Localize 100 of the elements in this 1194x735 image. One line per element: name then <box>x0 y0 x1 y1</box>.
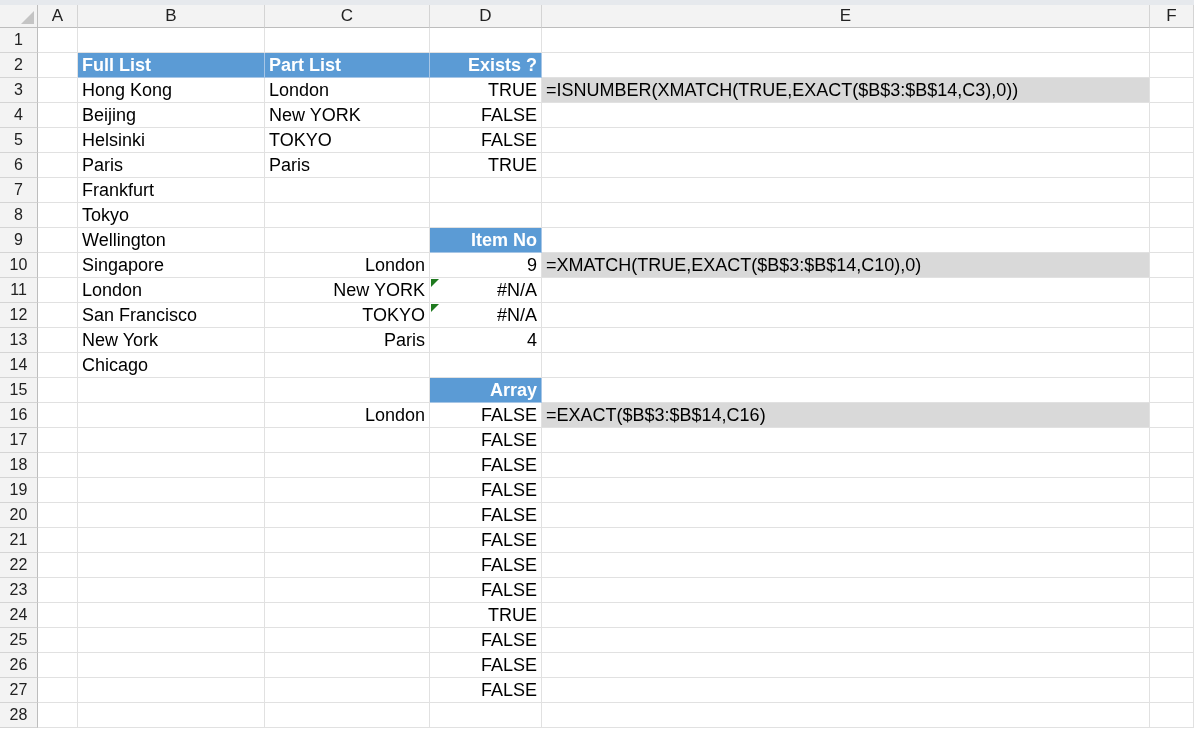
column-header[interactable]: E <box>542 5 1150 28</box>
column-header[interactable]: F <box>1150 5 1194 28</box>
table-cell: London <box>265 253 430 278</box>
table-cell: Helsinki <box>78 128 265 153</box>
table-cell: TOKYO <box>265 128 430 153</box>
table-cell: Paris <box>78 153 265 178</box>
row-header[interactable]: 27 <box>0 678 38 703</box>
formula-cell: =XMATCH(TRUE,EXACT($B$3:$B$14,C10),0) <box>542 253 1150 278</box>
row-header[interactable]: 19 <box>0 478 38 503</box>
table-cell: FALSE <box>430 103 542 128</box>
table-cell: TOKYO <box>265 303 430 328</box>
empty-cell <box>1150 53 1194 78</box>
row-header[interactable]: 24 <box>0 603 38 628</box>
empty-cell <box>1150 478 1194 503</box>
row-header[interactable]: 20 <box>0 503 38 528</box>
empty-cell <box>1150 28 1194 53</box>
row-header[interactable]: 5 <box>0 128 38 153</box>
row-header[interactable]: 4 <box>0 103 38 128</box>
formula-cell: =ISNUMBER(XMATCH(TRUE,EXACT($B$3:$B$14,C3),0)) <box>542 78 1150 103</box>
row-header[interactable]: 22 <box>0 553 38 578</box>
empty-cell <box>1150 578 1194 603</box>
table-cell: FALSE <box>430 128 542 153</box>
table-cell: FALSE <box>430 428 542 453</box>
column-header[interactable]: B <box>78 5 265 28</box>
column-header[interactable]: D <box>430 5 542 28</box>
empty-cell <box>1150 303 1194 328</box>
table-cell: FALSE <box>430 553 542 578</box>
row-header[interactable]: 16 <box>0 403 38 428</box>
table-cell: New YORK <box>265 278 430 303</box>
table-cell: Wellington <box>78 228 265 253</box>
empty-cell <box>1150 453 1194 478</box>
table-cell: FALSE <box>430 653 542 678</box>
row-header[interactable]: 9 <box>0 228 38 253</box>
empty-cell <box>1150 528 1194 553</box>
row-header[interactable]: 14 <box>0 353 38 378</box>
table-cell: London <box>265 403 430 428</box>
row-header[interactable]: 15 <box>0 378 38 403</box>
row-header[interactable]: 2 <box>0 53 38 78</box>
error-indicator-icon[interactable] <box>431 304 439 312</box>
empty-cell <box>1150 328 1194 353</box>
table-cell: FALSE <box>430 528 542 553</box>
header-cell: Array <box>430 378 542 403</box>
error-indicator-icon[interactable] <box>431 279 439 287</box>
row-header[interactable]: 1 <box>0 28 38 53</box>
row-header[interactable]: 26 <box>0 653 38 678</box>
header-cell: Item No <box>430 228 542 253</box>
row-header[interactable]: 23 <box>0 578 38 603</box>
table-cell: Paris <box>265 153 430 178</box>
empty-cell <box>1150 178 1194 203</box>
empty-cell <box>1150 228 1194 253</box>
empty-cell <box>1150 378 1194 403</box>
row-header[interactable]: 11 <box>0 278 38 303</box>
empty-cell <box>1150 603 1194 628</box>
row-header[interactable]: 21 <box>0 528 38 553</box>
table-cell: FALSE <box>430 453 542 478</box>
empty-cell <box>1150 103 1194 128</box>
table-cell: Beijing <box>78 103 265 128</box>
table-cell: Hong Kong <box>78 78 265 103</box>
table-cell: TRUE <box>430 603 542 628</box>
empty-cell <box>1150 128 1194 153</box>
empty-cell <box>1150 153 1194 178</box>
column-header[interactable]: A <box>38 5 78 28</box>
row-header[interactable]: 28 <box>0 703 38 728</box>
table-cell: 4 <box>430 328 542 353</box>
table-cell: London <box>265 78 430 103</box>
table-cell: Paris <box>265 328 430 353</box>
empty-cell <box>1150 428 1194 453</box>
empty-cell <box>1150 703 1194 728</box>
empty-cell <box>1150 203 1194 228</box>
row-header[interactable]: 10 <box>0 253 38 278</box>
table-cell: Chicago <box>78 353 265 378</box>
table-cell: #N/A <box>430 303 542 328</box>
table-cell: London <box>78 278 265 303</box>
header-cell: Full List <box>78 53 265 78</box>
table-cell: FALSE <box>430 503 542 528</box>
row-header[interactable]: 3 <box>0 78 38 103</box>
table-cell: FALSE <box>430 678 542 703</box>
header-cell: Exists ? <box>430 53 542 78</box>
table-cell: Frankfurt <box>78 178 265 203</box>
table-cell: New York <box>78 328 265 353</box>
formula-cell: =EXACT($B$3:$B$14,C16) <box>542 403 1150 428</box>
row-header[interactable]: 18 <box>0 453 38 478</box>
row-header[interactable]: 12 <box>0 303 38 328</box>
table-cell: Tokyo <box>78 203 265 228</box>
corner-triangle-icon <box>21 11 34 24</box>
row-header[interactable]: 7 <box>0 178 38 203</box>
empty-cell <box>1150 353 1194 378</box>
row-header[interactable]: 13 <box>0 328 38 353</box>
table-cell: FALSE <box>430 578 542 603</box>
empty-cell <box>1150 678 1194 703</box>
row-header[interactable]: 8 <box>0 203 38 228</box>
table-cell: FALSE <box>430 478 542 503</box>
row-header[interactable]: 17 <box>0 428 38 453</box>
column-header[interactable]: C <box>265 5 430 28</box>
row-header[interactable]: 25 <box>0 628 38 653</box>
empty-cell <box>1150 653 1194 678</box>
table-cell: TRUE <box>430 153 542 178</box>
row-header[interactable]: 6 <box>0 153 38 178</box>
table-cell: Singapore <box>78 253 265 278</box>
empty-cell <box>1150 503 1194 528</box>
